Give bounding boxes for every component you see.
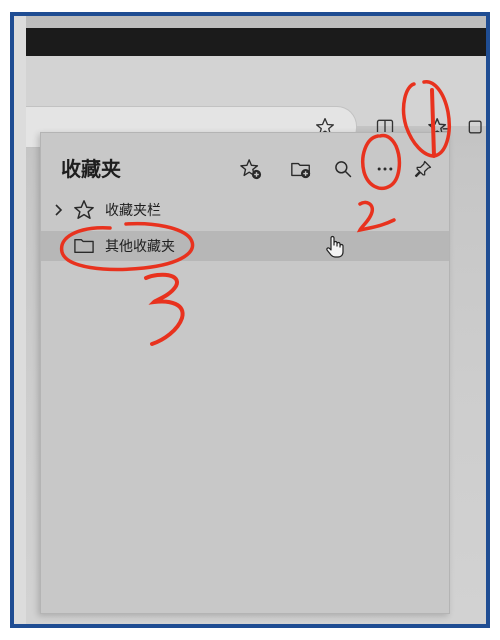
favorites-bar-item[interactable]: 收藏夹栏 xyxy=(41,195,449,225)
browser-toolbar xyxy=(26,56,486,148)
add-folder-button[interactable] xyxy=(287,155,315,183)
favorites-panel: 收藏夹 收藏夹栏 其他收藏夹 xyxy=(40,132,450,614)
collections-icon[interactable] xyxy=(466,112,486,142)
pin-icon xyxy=(414,160,432,178)
search-button[interactable] xyxy=(329,155,357,183)
more-options-button[interactable] xyxy=(371,155,399,183)
other-favorites-label: 其他收藏夹 xyxy=(105,239,175,255)
search-icon xyxy=(335,161,352,178)
hand-cursor-icon xyxy=(326,235,344,258)
panel-title: 收藏夹 xyxy=(61,157,121,181)
chevron-right-icon[interactable] xyxy=(53,203,65,217)
monitor-bezel xyxy=(26,28,486,56)
bezel-edge xyxy=(14,16,26,624)
favorites-bar-label: 收藏夹栏 xyxy=(105,203,161,219)
panel-header: 收藏夹 xyxy=(41,133,449,193)
add-favorite-icon xyxy=(240,159,262,180)
folder-icon xyxy=(74,238,94,254)
more-options-icon xyxy=(377,167,393,171)
pin-button[interactable] xyxy=(409,155,437,183)
star-icon xyxy=(74,200,94,219)
other-favorites-item[interactable]: 其他收藏夹 xyxy=(41,231,449,261)
add-folder-icon xyxy=(291,162,311,179)
add-favorite-button[interactable] xyxy=(237,155,265,183)
screenshot-frame: 收藏夹 收藏夹栏 其他收藏夹 xyxy=(10,12,490,628)
